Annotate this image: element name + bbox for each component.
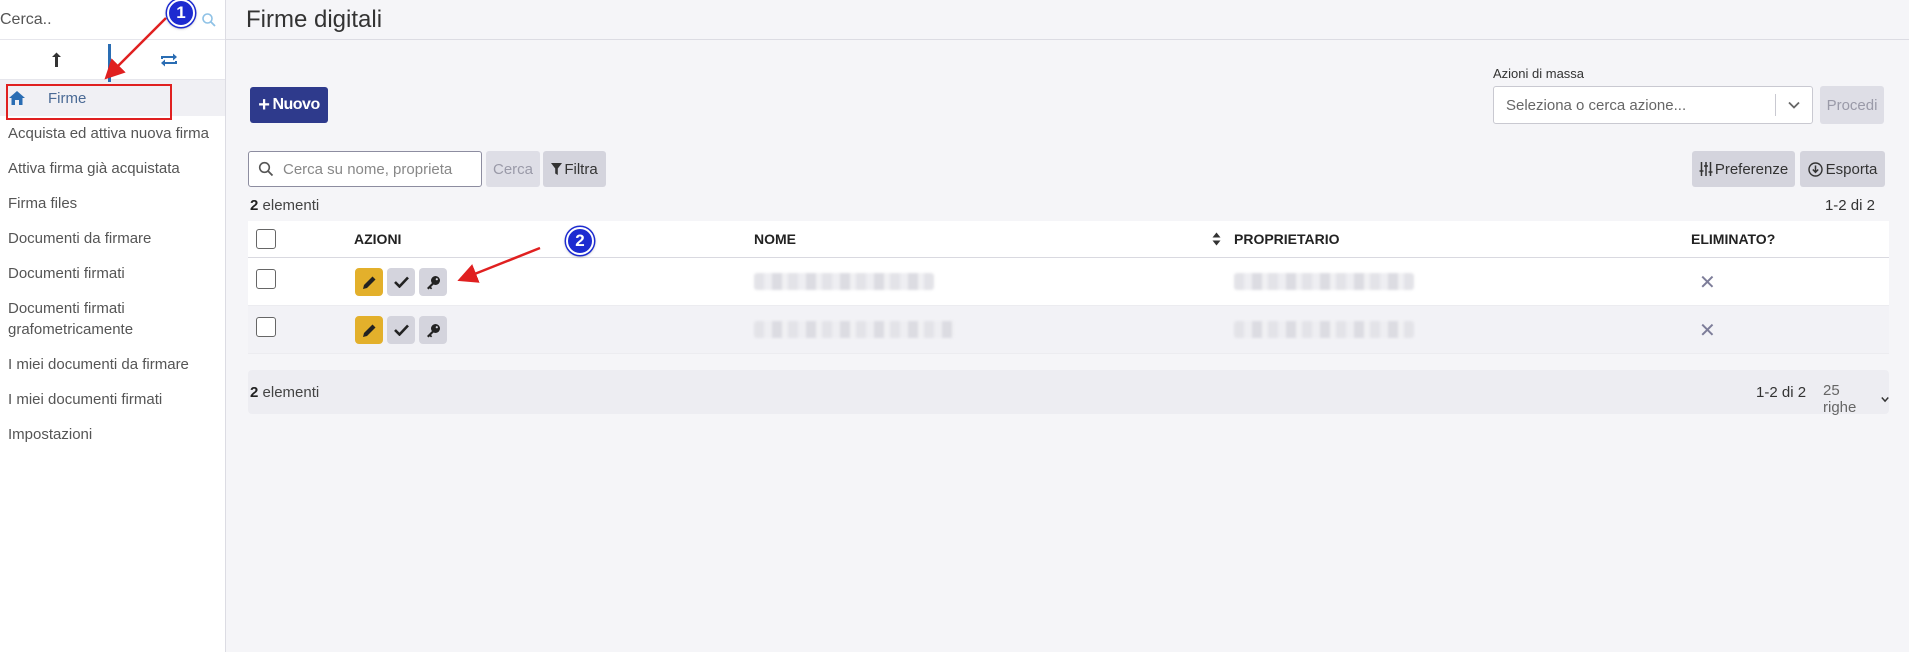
tab-refresh[interactable] — [113, 40, 226, 79]
sidebar-item-impostazioni[interactable]: Impostazioni — [0, 417, 225, 452]
annotation-badge-1: 1 — [167, 0, 195, 27]
highlight-box — [6, 84, 172, 120]
tab-divider — [108, 44, 111, 82]
edit-button[interactable] — [355, 316, 383, 344]
mass-actions-select[interactable]: Seleziona o cerca azione... — [1493, 86, 1813, 124]
preferences-button[interactable]: Preferenze — [1692, 151, 1795, 187]
sidebar-tabs — [0, 40, 226, 82]
column-header-azioni: AZIONI — [354, 231, 402, 247]
row-actions — [355, 316, 447, 344]
page-title: Firme digitali — [246, 6, 383, 33]
filter-button[interactable]: Filtra — [543, 151, 606, 187]
column-header-proprietario[interactable]: PROPRIETARIO — [1234, 231, 1340, 247]
row-checkbox[interactable] — [256, 317, 276, 337]
confirm-button[interactable] — [387, 316, 415, 344]
search-icon[interactable] — [201, 12, 217, 28]
download-icon — [1807, 161, 1823, 177]
filter-button-label: Filtra — [564, 160, 598, 178]
sliders-icon — [1699, 162, 1713, 176]
arrow-up-icon — [52, 52, 62, 67]
search-field[interactable] — [248, 151, 482, 187]
column-header-eliminato[interactable]: ELIMINATO? — [1691, 231, 1775, 247]
page-header: Firme digitali — [226, 0, 1909, 40]
row-checkbox[interactable] — [256, 269, 276, 289]
sidebar-item-acquista[interactable]: Acquista ed attiva nuova firma — [0, 116, 225, 151]
sidebar-item-documenti-da-firmare[interactable]: Documenti da firmare — [0, 221, 225, 256]
deleted-no-icon: ✕ — [1699, 272, 1716, 294]
row-actions — [355, 268, 447, 296]
check-icon — [393, 324, 409, 336]
filter-icon — [551, 163, 563, 175]
plus-icon: + — [258, 93, 270, 116]
table-row: ✕ — [248, 258, 1889, 306]
chevron-down-icon — [1881, 396, 1889, 402]
sidebar-item-attiva[interactable]: Attiva firma già acquistata — [0, 151, 225, 186]
new-button-label: Nuovo — [272, 96, 320, 113]
item-count: 2 elementi — [250, 197, 320, 214]
confirm-button[interactable] — [387, 268, 415, 296]
sidebar-item-documenti-firmati[interactable]: Documenti firmati — [0, 256, 225, 291]
sidebar-menu: Firme Acquista ed attiva nuova firma Att… — [0, 80, 225, 452]
sidebar-item-miei-firmati[interactable]: I miei documenti firmati — [0, 382, 225, 417]
retweet-icon — [160, 53, 177, 66]
proprietario-cell-redacted — [1234, 273, 1414, 290]
annotation-badge-2: 2 — [566, 227, 594, 255]
rows-per-page-select[interactable]: 25 righe — [1823, 382, 1889, 416]
key-button[interactable] — [419, 268, 447, 296]
export-button[interactable]: Esporta — [1800, 151, 1885, 187]
pencil-icon — [362, 324, 375, 337]
chevron-down-icon[interactable] — [1776, 101, 1812, 109]
pagination-range-footer: 1-2 di 2 — [1756, 384, 1807, 401]
main-content: Firme digitali + Nuovo Azioni di massa S… — [226, 0, 1909, 652]
select-all-checkbox[interactable] — [256, 229, 276, 249]
sort-icon[interactable] — [1212, 232, 1221, 246]
preferences-button-label: Preferenze — [1714, 160, 1789, 178]
search-input[interactable] — [283, 160, 473, 178]
export-button-label: Esporta — [1825, 160, 1878, 178]
item-count-footer: 2 elementi — [250, 384, 320, 401]
sidebar-item-firma-files[interactable]: Firma files — [0, 186, 225, 221]
table-footer: 2 elementi 1-2 di 2 25 righe — [248, 370, 1889, 416]
key-icon — [426, 275, 440, 289]
search-button[interactable]: Cerca — [486, 151, 540, 187]
tab-navigate-up[interactable] — [0, 40, 113, 79]
edit-button[interactable] — [355, 268, 383, 296]
key-button[interactable] — [419, 316, 447, 344]
deleted-no-icon: ✕ — [1699, 320, 1716, 342]
proprietario-cell-redacted — [1234, 321, 1414, 338]
sidebar-item-miei-da-firmare[interactable]: I miei documenti da firmare — [0, 347, 225, 382]
proceed-button[interactable]: Procedi — [1820, 86, 1884, 124]
pagination-range: 1-2 di 2 — [1824, 197, 1875, 214]
nome-cell-redacted — [754, 321, 954, 338]
search-icon — [258, 161, 274, 177]
sidebar-item-documenti-grafometrici[interactable]: Documenti firmati grafometricamente — [0, 291, 225, 347]
nome-cell-redacted — [754, 273, 934, 290]
mass-actions-label: Azioni di massa — [1493, 66, 1585, 81]
key-icon — [426, 323, 440, 337]
data-table: AZIONI NOME PROPRIETARIO ELIMINATO? ✕ ✕ — [248, 221, 1889, 354]
table-header: AZIONI NOME PROPRIETARIO ELIMINATO? — [248, 221, 1889, 258]
table-row: ✕ — [248, 306, 1889, 354]
mass-actions-placeholder: Seleziona o cerca azione... — [1506, 96, 1687, 114]
check-icon — [393, 276, 409, 288]
new-button[interactable]: + Nuovo — [250, 87, 328, 123]
column-header-nome[interactable]: NOME — [754, 231, 796, 247]
rows-per-page-value: 25 righe — [1823, 382, 1857, 416]
sidebar-search-input[interactable] — [0, 0, 190, 40]
pencil-icon — [362, 276, 375, 289]
